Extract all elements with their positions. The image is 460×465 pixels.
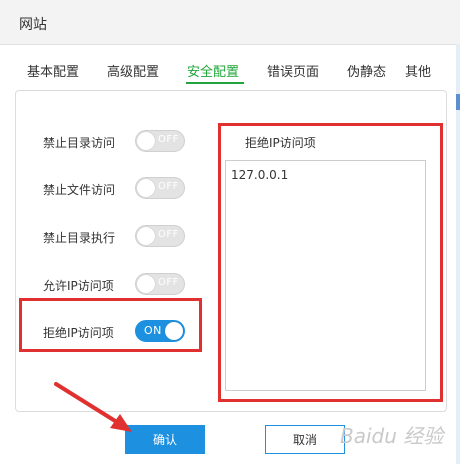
tab-other[interactable]: 其他 <box>405 61 431 80</box>
tab-error-pages[interactable]: 错误页面 <box>267 61 319 80</box>
toggle-block-file-access[interactable]: OFF <box>135 177 185 199</box>
setting-label-block-dir-access: 禁止目录访问 <box>43 136 116 150</box>
tab-rewrite[interactable]: 伪静态 <box>347 61 386 80</box>
tab-basic-config[interactable]: 基本配置 <box>27 61 79 80</box>
cancel-button[interactable]: 取消 <box>265 425 345 454</box>
setting-label-block-dir-exec: 禁止目录执行 <box>43 231 116 245</box>
toggle-state-text: OFF <box>158 229 179 240</box>
tab-advanced-config[interactable]: 高级配置 <box>107 61 159 80</box>
annotation-arrow-icon <box>54 382 132 432</box>
website-settings-dialog: 网站 基本配置 高级配置 安全配置 错误页面 伪静态 其他 禁止目录访问 OFF… <box>0 0 460 465</box>
tab-bar: 基本配置 高级配置 安全配置 错误页面 伪静态 其他 <box>0 52 460 90</box>
dialog-title: 网站 <box>19 17 47 33</box>
background-window-edge <box>456 44 460 464</box>
toggle-block-dir-exec[interactable]: OFF <box>135 225 185 247</box>
toggle-allow-ip[interactable]: OFF <box>135 273 185 295</box>
setting-label-block-file-access: 禁止文件访问 <box>43 183 116 197</box>
toggle-state-text: OFF <box>158 181 179 192</box>
tab-security-config[interactable]: 安全配置 <box>187 61 239 80</box>
highlight-box-toggle <box>19 298 202 352</box>
active-tab-indicator <box>186 82 244 84</box>
dialog-titlebar: 网站 <box>0 0 460 45</box>
highlight-box-ip-list <box>218 123 443 402</box>
toggle-block-dir-access[interactable]: OFF <box>135 130 185 152</box>
toggle-state-text: OFF <box>158 277 179 288</box>
toggle-state-text: OFF <box>158 134 179 145</box>
setting-label-allow-ip: 允许IP访问项 <box>43 279 114 293</box>
baidu-watermark: Baidu 经验 <box>340 424 444 448</box>
